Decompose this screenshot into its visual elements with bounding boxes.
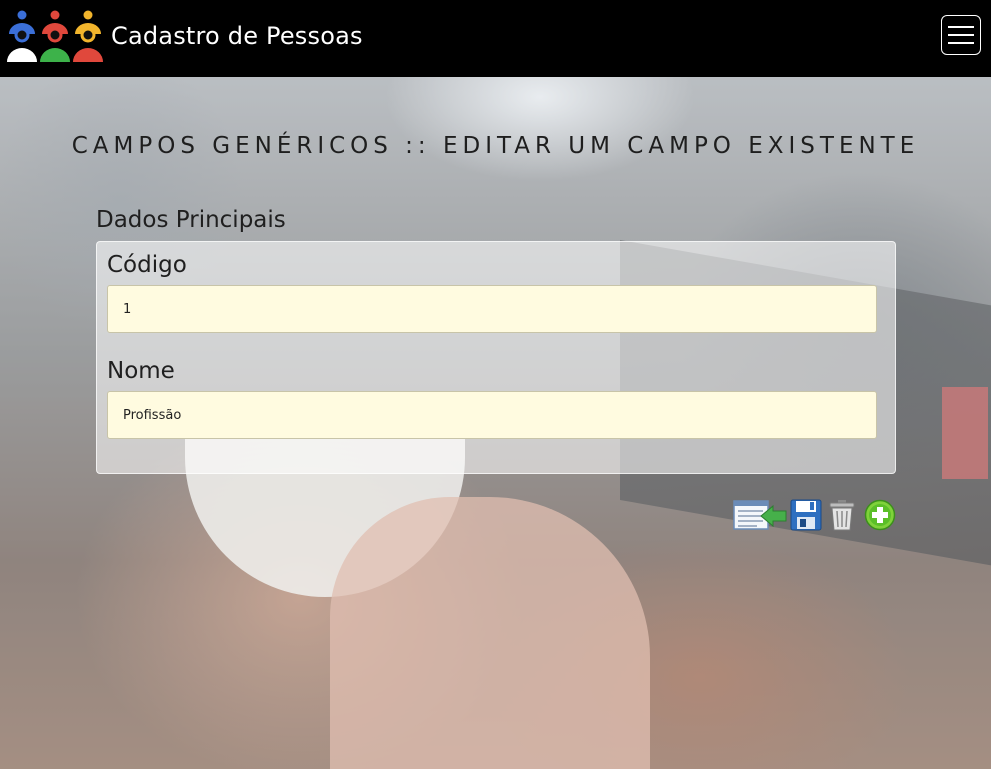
nome-input[interactable]: [107, 391, 877, 439]
list-back-arrow-icon[interactable]: [733, 499, 787, 531]
hamburger-menu-icon[interactable]: [941, 15, 981, 55]
navbar: Cadastro de Pessoas: [0, 0, 991, 77]
codigo-label: Código: [107, 252, 187, 278]
form-card: [96, 241, 896, 474]
floppy-disk-icon[interactable]: [790, 499, 822, 531]
brand-title[interactable]: Cadastro de Pessoas: [111, 22, 363, 50]
trash-can-icon[interactable]: [828, 499, 856, 531]
section-title: Dados Principais: [96, 207, 286, 233]
people-group-icon[interactable]: [4, 6, 108, 66]
menu-bar: [948, 34, 974, 36]
menu-bar: [948, 26, 974, 28]
codigo-input[interactable]: [107, 285, 877, 333]
page-title: CAMPOS GENÉRICOS :: EDITAR UM CAMPO EXIS…: [71, 133, 920, 159]
nome-label: Nome: [107, 358, 175, 384]
plus-circle-icon[interactable]: [864, 499, 896, 531]
menu-bar: [948, 42, 974, 44]
